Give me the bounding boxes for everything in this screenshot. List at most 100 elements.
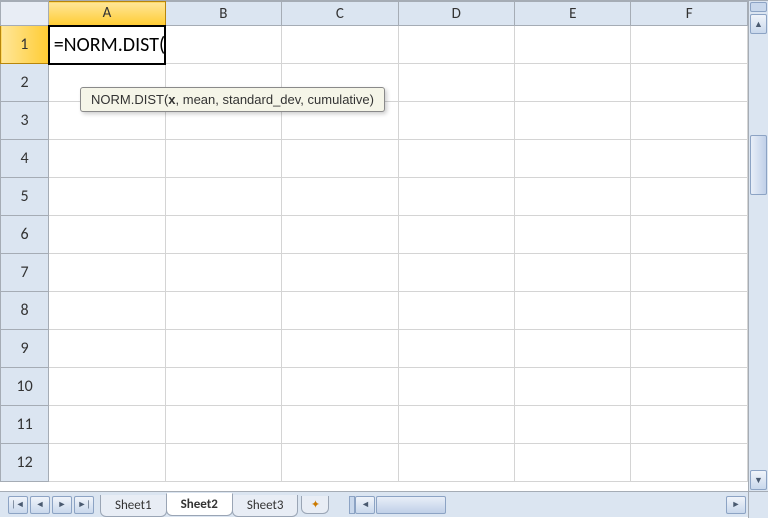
- cell-A9[interactable]: [49, 330, 165, 368]
- cell-C9[interactable]: [282, 330, 398, 368]
- prev-sheet-button[interactable]: ◄: [30, 496, 50, 514]
- row-header-1[interactable]: 1: [1, 26, 49, 64]
- cell-A8[interactable]: [49, 292, 165, 330]
- cell-F5[interactable]: [631, 178, 748, 216]
- row-header-6[interactable]: 6: [1, 216, 49, 254]
- cell-E3[interactable]: [515, 102, 631, 140]
- column-header-b[interactable]: B: [165, 2, 281, 26]
- cell-E6[interactable]: [515, 216, 631, 254]
- sheet-tab-sheet1[interactable]: Sheet1: [100, 495, 167, 517]
- cell-C8[interactable]: [282, 292, 398, 330]
- cell-B9[interactable]: [165, 330, 281, 368]
- cell-F10[interactable]: [631, 368, 748, 406]
- cell-F12[interactable]: [631, 444, 748, 482]
- sheet-tab-sheet3[interactable]: Sheet3: [232, 495, 299, 517]
- cell-B5[interactable]: [165, 178, 281, 216]
- cell-F2[interactable]: [631, 64, 748, 102]
- cell-D2[interactable]: [398, 64, 514, 102]
- cell-A4[interactable]: [49, 140, 165, 178]
- cell-D6[interactable]: [398, 216, 514, 254]
- vertical-scroll-track[interactable]: [750, 35, 767, 469]
- next-sheet-button[interactable]: ►: [52, 496, 72, 514]
- cell-F9[interactable]: [631, 330, 748, 368]
- row-header-11[interactable]: 11: [1, 406, 49, 444]
- cell-C11[interactable]: [282, 406, 398, 444]
- cell-A11[interactable]: [49, 406, 165, 444]
- cell-F1[interactable]: [631, 26, 748, 64]
- cell-A7[interactable]: [49, 254, 165, 292]
- scroll-down-button[interactable]: ▼: [750, 470, 767, 490]
- cell-B4[interactable]: [165, 140, 281, 178]
- last-sheet-button[interactable]: ►|: [74, 496, 94, 514]
- cell-C5[interactable]: [282, 178, 398, 216]
- sheet-tab-sheet2[interactable]: Sheet2: [166, 493, 233, 516]
- scroll-left-button[interactable]: ◄: [355, 496, 375, 514]
- cell-A6[interactable]: [49, 216, 165, 254]
- cell-E12[interactable]: [515, 444, 631, 482]
- cell-E10[interactable]: [515, 368, 631, 406]
- row-header-3[interactable]: 3: [1, 102, 49, 140]
- cell-A10[interactable]: [49, 368, 165, 406]
- tooltip-current-arg[interactable]: x: [168, 92, 175, 107]
- cell-E2[interactable]: [515, 64, 631, 102]
- cell-F7[interactable]: [631, 254, 748, 292]
- cell-C4[interactable]: [282, 140, 398, 178]
- cell-F6[interactable]: [631, 216, 748, 254]
- row-header-7[interactable]: 7: [1, 254, 49, 292]
- cell-B10[interactable]: [165, 368, 281, 406]
- spreadsheet-grid[interactable]: ABCDEF 1=NORM.DIST(23456789101112: [0, 1, 748, 482]
- row-header-4[interactable]: 4: [1, 140, 49, 178]
- scroll-right-button[interactable]: ►: [726, 496, 746, 514]
- cell-C7[interactable]: [282, 254, 398, 292]
- row-header-8[interactable]: 8: [1, 292, 49, 330]
- cell-B12[interactable]: [165, 444, 281, 482]
- vertical-scrollbar[interactable]: ▲ ▼: [748, 1, 768, 491]
- cell-E4[interactable]: [515, 140, 631, 178]
- cell-E1[interactable]: [515, 26, 631, 64]
- cell-D9[interactable]: [398, 330, 514, 368]
- column-header-c[interactable]: C: [282, 2, 398, 26]
- cell-D11[interactable]: [398, 406, 514, 444]
- new-sheet-button[interactable]: ✦: [301, 496, 329, 514]
- row-header-12[interactable]: 12: [1, 444, 49, 482]
- function-tooltip[interactable]: NORM.DIST(x, mean, standard_dev, cumulat…: [80, 87, 385, 112]
- cell-B8[interactable]: [165, 292, 281, 330]
- cell-B1[interactable]: [165, 26, 281, 64]
- column-header-f[interactable]: F: [631, 2, 748, 26]
- cell-D7[interactable]: [398, 254, 514, 292]
- cell-D10[interactable]: [398, 368, 514, 406]
- row-header-9[interactable]: 9: [1, 330, 49, 368]
- cell-D8[interactable]: [398, 292, 514, 330]
- cell-F11[interactable]: [631, 406, 748, 444]
- cell-A1[interactable]: =NORM.DIST(: [49, 26, 165, 64]
- cell-E5[interactable]: [515, 178, 631, 216]
- cell-B7[interactable]: [165, 254, 281, 292]
- cell-D3[interactable]: [398, 102, 514, 140]
- cell-A12[interactable]: [49, 444, 165, 482]
- cell-E8[interactable]: [515, 292, 631, 330]
- cell-E9[interactable]: [515, 330, 631, 368]
- horizontal-scroll-track[interactable]: [376, 496, 725, 514]
- column-header-a[interactable]: A: [49, 2, 165, 26]
- cell-C6[interactable]: [282, 216, 398, 254]
- cell-B11[interactable]: [165, 406, 281, 444]
- scroll-up-button[interactable]: ▲: [750, 14, 767, 34]
- row-header-5[interactable]: 5: [1, 178, 49, 216]
- cell-F4[interactable]: [631, 140, 748, 178]
- first-sheet-button[interactable]: |◄: [8, 496, 28, 514]
- column-header-e[interactable]: E: [515, 2, 631, 26]
- row-header-10[interactable]: 10: [1, 368, 49, 406]
- horizontal-scroll-thumb[interactable]: [376, 496, 446, 514]
- cell-B6[interactable]: [165, 216, 281, 254]
- row-header-2[interactable]: 2: [1, 64, 49, 102]
- cell-C1[interactable]: [282, 26, 398, 64]
- vertical-scroll-thumb[interactable]: [750, 135, 767, 195]
- cell-C12[interactable]: [282, 444, 398, 482]
- select-all-corner[interactable]: [1, 2, 49, 26]
- column-header-d[interactable]: D: [398, 2, 514, 26]
- cell-A5[interactable]: [49, 178, 165, 216]
- cell-D5[interactable]: [398, 178, 514, 216]
- cell-E7[interactable]: [515, 254, 631, 292]
- cell-C10[interactable]: [282, 368, 398, 406]
- cell-E11[interactable]: [515, 406, 631, 444]
